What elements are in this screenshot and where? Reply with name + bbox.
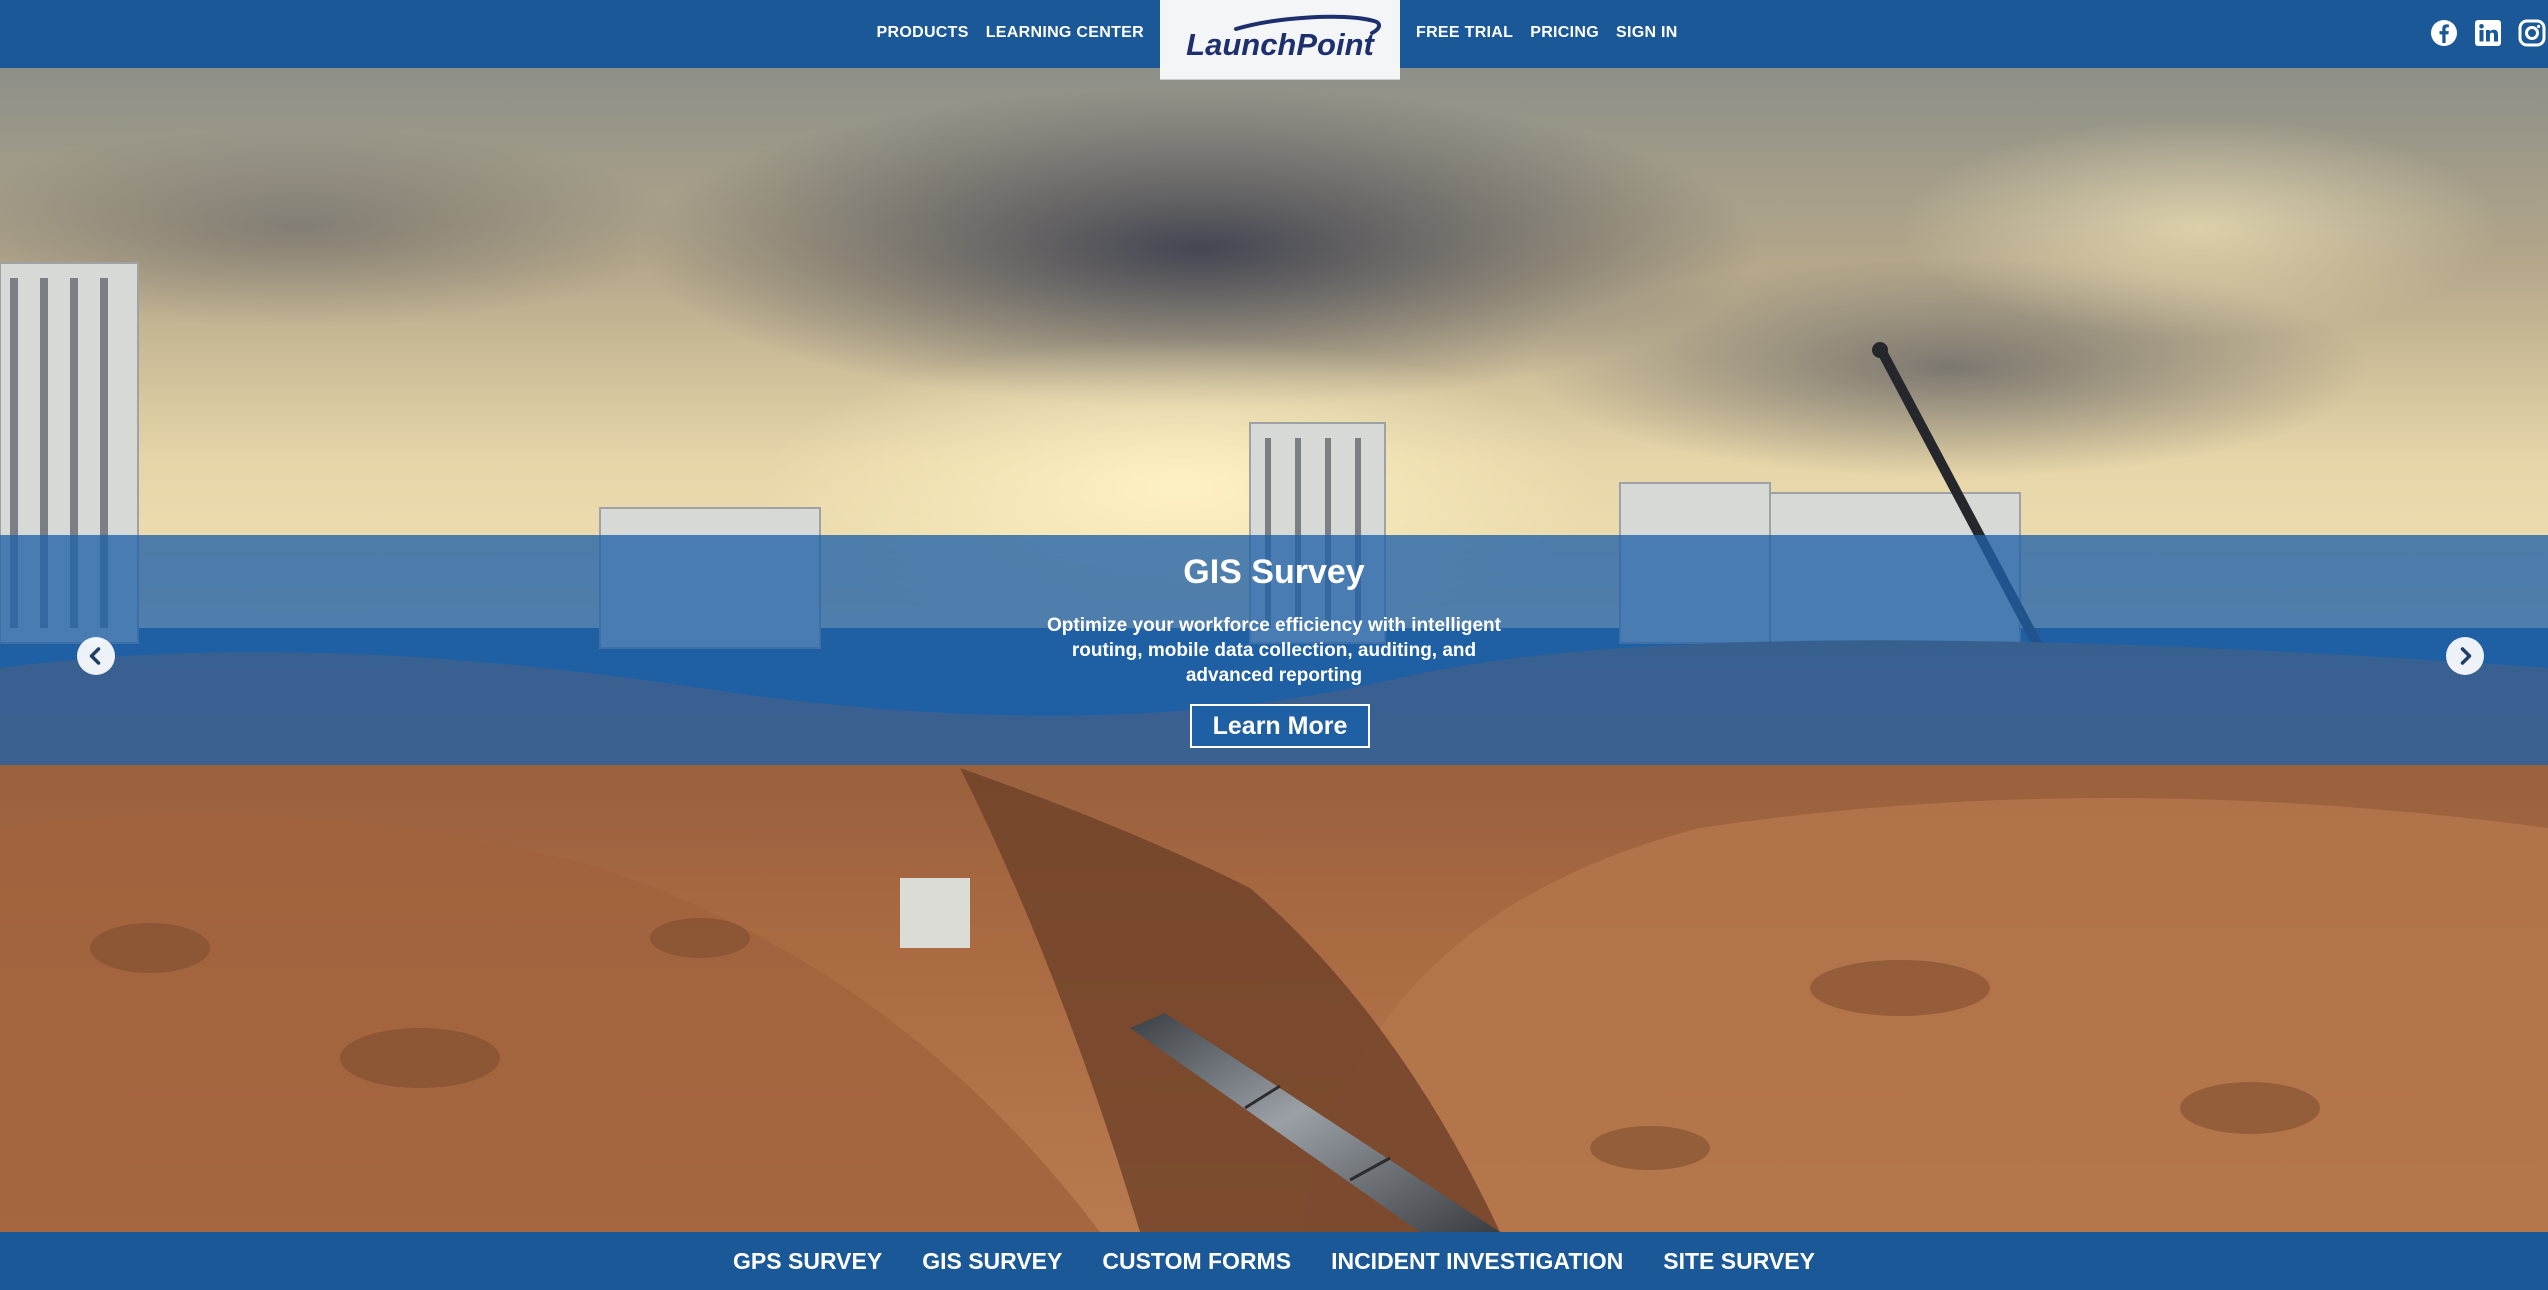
carousel-prev-button[interactable] [77, 637, 115, 675]
tab-gis-survey[interactable]: GIS SURVEY [922, 1248, 1062, 1275]
nav-link-products[interactable]: PRODUCTS [877, 24, 969, 42]
learn-more-button[interactable]: Learn More [1190, 704, 1370, 748]
nav-link-pricing[interactable]: PRICING [1530, 24, 1599, 42]
nav-right-group: FREE TRIAL PRICING SIGN IN [1416, 0, 1678, 66]
tab-site-survey[interactable]: SITE SURVEY [1663, 1248, 1815, 1275]
hero-carousel: GIS Survey Optimize your workforce effic… [0, 68, 2548, 1232]
hero-description: Optimize your workforce efficiency with … [1047, 615, 1501, 686]
launchpoint-logo[interactable]: LaunchPoint [1160, 0, 1400, 80]
carousel-next-button[interactable] [2446, 637, 2484, 675]
nav-link-sign-in[interactable]: SIGN IN [1616, 24, 1678, 42]
logo-text: LaunchPoint [1186, 27, 1375, 62]
nav-link-free-trial[interactable]: FREE TRIAL [1416, 24, 1513, 42]
product-tabs-bar: GPS SURVEY GIS SURVEY CUSTOM FORMS INCID… [0, 1232, 2548, 1290]
social-links [2428, 0, 2548, 66]
chevron-right-icon [2460, 647, 2472, 665]
tab-gps-survey[interactable]: GPS SURVEY [733, 1248, 882, 1275]
chevron-left-icon [89, 647, 101, 665]
nav-link-learning-center[interactable]: LEARNING CENTER [986, 24, 1144, 42]
logo-mark: LaunchPoint [1186, 14, 1381, 62]
tab-custom-forms[interactable]: CUSTOM FORMS [1102, 1248, 1291, 1275]
hero-title: GIS Survey [1183, 553, 1365, 591]
tab-incident-investigation[interactable]: INCIDENT INVESTIGATION [1331, 1248, 1623, 1275]
nav-left-group: PRODUCTS LEARNING CENTER [877, 0, 1144, 66]
facebook-icon[interactable] [2428, 17, 2460, 49]
linkedin-icon[interactable] [2472, 17, 2504, 49]
instagram-icon[interactable] [2516, 17, 2548, 49]
